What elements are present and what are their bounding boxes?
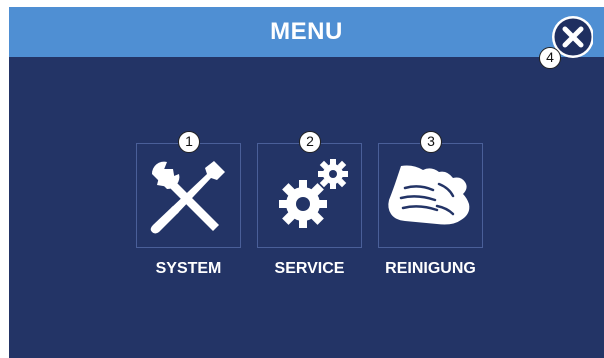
close-button-badge: 4 <box>539 47 561 69</box>
tile-system[interactable] <box>136 143 241 248</box>
tile-system-badge: 1 <box>178 131 200 153</box>
tile-service-label: SERVICE <box>274 260 345 277</box>
tile-reinigung-badge: 3 <box>420 131 442 153</box>
page-title: MENU <box>270 18 343 45</box>
menu-screen: MENU 1 SYSTEM 2 SERVICE 3 REINIGUNG 4 <box>9 7 604 358</box>
gears-icon <box>279 159 348 228</box>
tools-icon <box>150 161 225 234</box>
tile-system-label: SYSTEM <box>155 260 222 277</box>
tile-reinigung-label: REINIGUNG <box>385 260 476 277</box>
cleaning-cloth-icon <box>388 165 470 225</box>
tile-reinigung[interactable] <box>378 143 483 248</box>
tile-service-badge: 2 <box>299 131 321 153</box>
tile-service[interactable] <box>257 143 362 248</box>
header-bar: MENU <box>9 7 604 57</box>
